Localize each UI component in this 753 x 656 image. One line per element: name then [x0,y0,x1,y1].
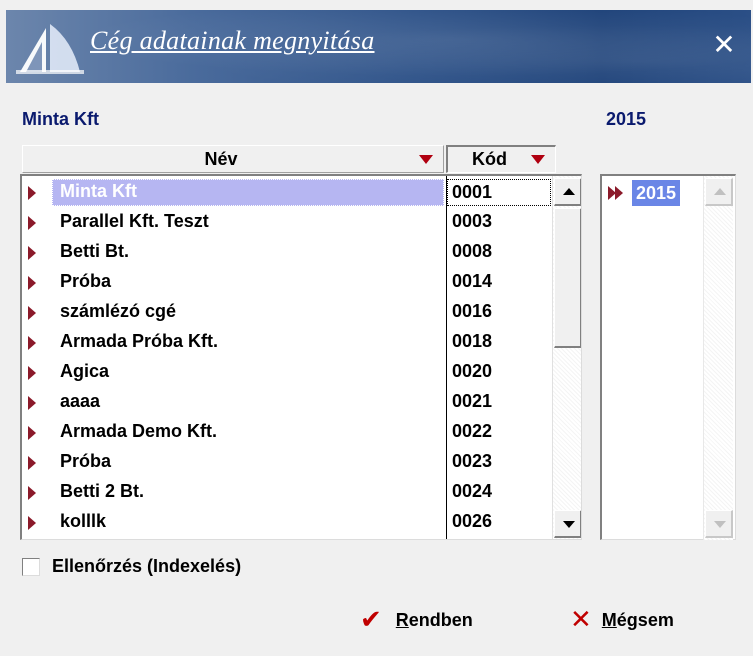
sail-logo-icon [16,24,84,74]
company-grid[interactable]: Minta Kft 0001 Parallel Kft. Teszt 0003 Bett… [20,174,582,540]
table-row[interactable]: Betti 2 Bt. 0024 [22,478,552,508]
grid-vertical-scrollbar[interactable] [552,176,581,539]
title-bar[interactable]: Cég adatainak megnyitása ✕ [6,10,751,83]
company-code-cell: 0023 [452,451,493,471]
company-name-cell: kolllk [60,511,107,531]
row-marker-icon [28,306,36,320]
company-name-cell: Próba [60,451,112,471]
window-title: Cég adatainak megnyitása [90,26,375,55]
row-marker-icon [28,426,36,440]
row-marker-icon [28,486,36,500]
arrow-up-icon [563,188,575,195]
company-code-cell: 0003 [452,211,493,231]
open-company-dialog: Cég adatainak megnyitása ✕ Minta Kft 201… [0,0,753,656]
arrow-down-icon [714,521,726,528]
company-code-cell: 0018 [452,331,493,351]
year-scroll-up-button[interactable] [705,178,733,206]
table-row[interactable]: Próba 0023 [22,448,552,478]
company-code-cell: 0022 [452,421,493,441]
indexing-checkbox[interactable] [22,557,40,576]
company-name-cell: Minta Kft [60,181,137,201]
table-row[interactable]: számlézó cgé 0016 [22,298,552,328]
selected-company-label: Minta Kft [22,109,99,129]
company-code-cell: 0024 [452,481,493,501]
indexing-checkbox-label: Ellenőrzés (Indexelés) [52,556,242,576]
cancel-button[interactable]: ✕ Mégsem [570,602,674,638]
table-row[interactable]: Minta Kft 0001 [22,178,552,208]
company-code-cell: 0001 [447,179,551,206]
column-header-name-label: Név [204,148,238,169]
table-row[interactable]: Agica 0020 [22,358,552,388]
table-row[interactable]: Armada Demo Kft. 0022 [22,418,552,448]
company-code-cell: 0014 [452,271,493,291]
year-list-item[interactable]: 2015 [602,178,702,208]
row-marker-icon [28,246,36,260]
table-row[interactable]: Próba 0014 [22,268,552,298]
year-list[interactable]: 2015 [600,174,736,540]
selected-year-label: 2015 [606,109,647,129]
company-code-cell: 0020 [452,361,493,381]
company-name-cell: Betti 2 Bt. [60,481,145,501]
ok-button-label: endben [408,609,473,630]
year-scroll-down-button[interactable] [705,510,733,538]
double-arrow-marker-icon [608,186,626,200]
sort-down-icon [419,154,433,164]
company-name-cell: aaaa [60,391,101,411]
sort-down-icon [531,155,545,164]
company-name-cell: Agica [60,361,110,381]
column-header-code-label: Kód [472,149,507,169]
indexing-check-option[interactable]: Ellenőrzés (Indexelés) [22,556,241,577]
company-name-cell: Betti Bt. [60,241,129,261]
table-row[interactable]: Betti Bt. 0008 [22,238,552,268]
company-name-cell: számlézó cgé [60,301,177,321]
company-name-cell: Próba [60,271,112,291]
row-marker-icon [28,366,36,380]
ok-button-mnemonic: R [395,609,409,630]
row-marker-icon [28,456,36,470]
year-vertical-scrollbar[interactable] [703,176,733,540]
scroll-down-button[interactable] [554,510,581,538]
company-name-cell: Parallel Kft. Teszt [60,211,209,231]
cross-icon: ✕ [570,605,592,635]
company-name-cell: Armada Demo Kft. [60,421,218,441]
company-code-cell: 0016 [452,301,493,321]
company-code-cell: 0008 [452,241,493,261]
checkmark-icon: ✔ [360,605,382,635]
company-name-cell: Armada Próba Kft. [60,331,219,351]
table-row[interactable]: Parallel Kft. Teszt 0003 [22,208,552,238]
arrow-down-icon [563,521,575,528]
table-row[interactable]: aaaa 0021 [22,388,552,418]
scroll-up-button[interactable] [554,178,581,206]
row-marker-icon [28,216,36,230]
cancel-button-mnemonic: M [601,609,617,630]
ok-button[interactable]: ✔ Rendben [360,602,473,638]
company-code-cell: 0026 [452,511,493,531]
arrow-up-icon [714,188,726,195]
column-header-code[interactable]: Kód [446,145,556,173]
row-marker-icon [28,336,36,350]
year-list-item-label: 2015 [632,180,681,206]
row-marker-icon [28,186,36,200]
row-marker-icon [28,516,36,530]
column-header-name[interactable]: Név [22,145,444,173]
scroll-thumb[interactable] [554,208,581,348]
company-code-cell: 0021 [452,391,493,411]
table-row[interactable]: kolllk 0026 [22,508,552,538]
row-marker-icon [28,396,36,410]
cancel-button-label: égsem [616,609,674,630]
table-row[interactable]: Armada Próba Kft. 0018 [22,328,552,358]
close-icon[interactable]: ✕ [711,31,737,59]
row-marker-icon [28,276,36,290]
